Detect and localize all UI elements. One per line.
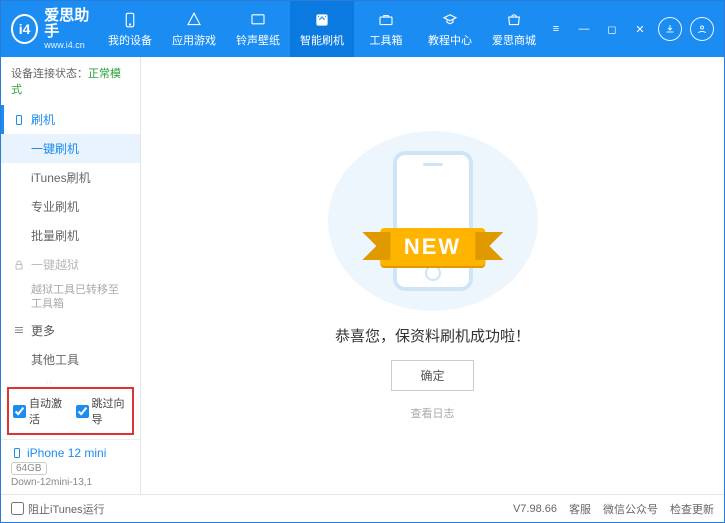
auto-activate-input[interactable] [13, 405, 26, 418]
nav-label: 教程中心 [428, 32, 472, 48]
view-log-link[interactable]: 查看日志 [411, 405, 455, 421]
user-icon[interactable] [690, 17, 714, 41]
list-icon [13, 324, 25, 336]
version-label: V7.98.66 [513, 503, 557, 515]
tutorial-icon [440, 10, 460, 30]
sidebar-item-pro-flash[interactable]: 专业刷机 [1, 192, 140, 221]
nav-label: 应用游戏 [172, 32, 216, 48]
nav-label: 铃声壁纸 [236, 32, 280, 48]
app-name: 爱思助手 [44, 8, 98, 41]
phone-icon [11, 447, 23, 459]
sidebar-item-itunes-flash[interactable]: iTunes刷机 [1, 163, 140, 192]
group-label: 一键越狱 [31, 256, 79, 273]
sidebar-group-flash[interactable]: 刷机 [1, 105, 140, 134]
window-controls: ≡ — ◻ ✕ [546, 17, 714, 41]
footer: 阻止iTunes运行 V7.98.66 客服 微信公众号 检查更新 [1, 494, 724, 522]
chk-label: 阻止iTunes运行 [28, 501, 105, 517]
main-nav: 我的设备 应用游戏 铃声壁纸 智能刷机 工具箱 教程中心 [98, 1, 546, 57]
close-icon[interactable]: ✕ [630, 19, 650, 39]
footer-link-wechat[interactable]: 微信公众号 [603, 501, 658, 517]
menu-icon[interactable]: ≡ [546, 19, 566, 39]
nav-toolbox[interactable]: 工具箱 [354, 1, 418, 57]
nav-label: 智能刷机 [300, 32, 344, 48]
chk-label: 自动激活 [29, 395, 66, 427]
nav-store[interactable]: 爱思商城 [482, 1, 546, 57]
maximize-icon[interactable]: ◻ [602, 19, 622, 39]
block-itunes-input[interactable] [11, 502, 24, 515]
device-icon [120, 10, 140, 30]
logo-icon: i4 [11, 14, 38, 44]
connected-device[interactable]: iPhone 12 mini 64GB Down-12mini-13,1 [1, 439, 140, 494]
sidebar-group-more[interactable]: 更多 [1, 316, 140, 345]
nav-tutorials[interactable]: 教程中心 [418, 1, 482, 57]
nav-ringtones[interactable]: 铃声壁纸 [226, 1, 290, 57]
connection-status: 设备连接状态：正常模式 [1, 57, 140, 105]
skip-guide-input[interactable] [76, 405, 89, 418]
nav-label: 工具箱 [370, 32, 403, 48]
success-message: 恭喜您，保资料刷机成功啦！ [335, 325, 530, 346]
titlebar: i4 爱思助手 www.i4.cn 我的设备 应用游戏 铃声壁纸 智能刷机 [1, 1, 724, 57]
group-label: 更多 [31, 322, 55, 339]
toolbox-icon [376, 10, 396, 30]
sidebar-item-oneclick-flash[interactable]: 一键刷机 [1, 134, 140, 163]
skip-guide-checkbox[interactable]: 跳过向导 [76, 395, 129, 427]
nav-smart-flash[interactable]: 智能刷机 [290, 1, 354, 57]
wallpaper-icon [248, 10, 268, 30]
app-logo: i4 爱思助手 www.i4.cn [11, 8, 98, 51]
store-icon [504, 10, 524, 30]
footer-link-support[interactable]: 客服 [569, 501, 591, 517]
flash-options-highlighted: 自动激活 跳过向导 [7, 387, 134, 435]
main-content: NEW 恭喜您，保资料刷机成功啦！ 确定 查看日志 [141, 57, 724, 494]
flash-icon [312, 10, 332, 30]
nav-label: 爱思商城 [492, 32, 536, 48]
block-itunes-checkbox[interactable]: 阻止iTunes运行 [11, 501, 105, 517]
group-label: 刷机 [31, 111, 55, 128]
sidebar-item-download-firmware[interactable]: 下载固件 [1, 374, 140, 383]
auto-activate-checkbox[interactable]: 自动激活 [13, 395, 66, 427]
chk-label: 跳过向导 [92, 395, 129, 427]
phone-icon [13, 114, 25, 126]
device-storage-badge: 64GB [11, 462, 47, 475]
success-illustration: NEW [328, 131, 538, 311]
ok-button[interactable]: 确定 [391, 360, 473, 391]
minimize-icon[interactable]: — [574, 19, 594, 39]
sidebar-item-other-tools[interactable]: 其他工具 [1, 345, 140, 374]
jailbreak-note: 越狱工具已转移至工具箱 [1, 279, 140, 316]
nav-label: 我的设备 [108, 32, 152, 48]
footer-link-update[interactable]: 检查更新 [670, 501, 714, 517]
lock-icon [13, 259, 25, 271]
nav-apps-games[interactable]: 应用游戏 [162, 1, 226, 57]
download-icon[interactable] [658, 17, 682, 41]
device-extra-info: Down-12mini-13,1 [11, 477, 130, 488]
new-ribbon: NEW [380, 228, 485, 266]
status-label: 设备连接状态： [11, 68, 88, 80]
phone-graphic [393, 151, 473, 291]
app-url: www.i4.cn [44, 41, 98, 51]
sidebar-group-jailbreak: 一键越狱 [1, 250, 140, 279]
nav-my-device[interactable]: 我的设备 [98, 1, 162, 57]
sidebar-item-batch-flash[interactable]: 批量刷机 [1, 221, 140, 250]
sidebar: 设备连接状态：正常模式 刷机 一键刷机 iTunes刷机 专业刷机 批量刷机 一… [1, 57, 141, 494]
device-name-label: iPhone 12 mini [27, 446, 106, 460]
apps-icon [184, 10, 204, 30]
